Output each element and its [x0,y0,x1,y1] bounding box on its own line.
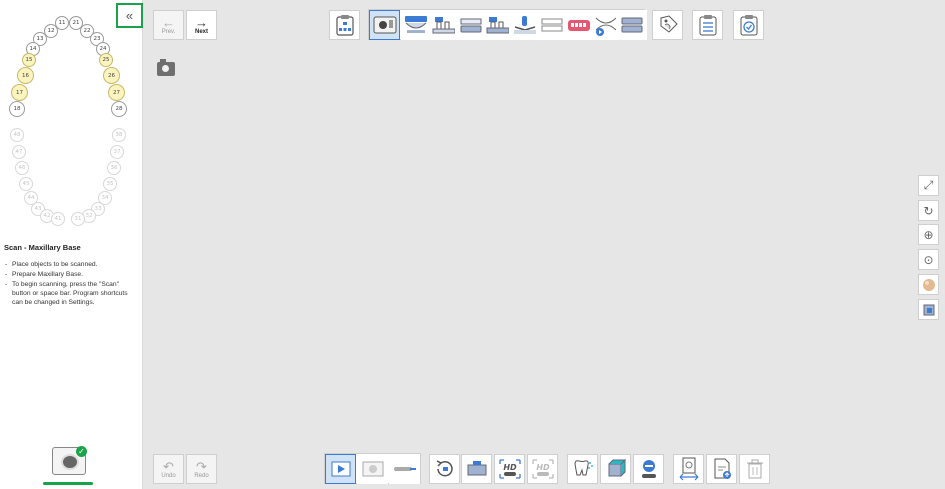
maxilla-abutment-icon [432,17,455,34]
minus-toggle-icon [641,460,656,478]
arrow-right-icon: → [195,14,208,30]
instruction-item: To begin scanning, press the "Scan" butt… [4,280,134,308]
hd-on-button[interactable]: HD [494,454,525,484]
export-button[interactable] [706,454,737,484]
instruction-item: Place objects to be scanned. [4,260,134,270]
expand-arrows-icon: ⤢ [923,178,934,192]
scanner-base-icon [373,16,396,34]
maxilla-icon [405,16,427,33]
texture-toggle-button[interactable] [918,274,939,295]
workflow-button[interactable] [329,10,360,40]
tooth-tag-icon [660,15,678,33]
camera-icon[interactable] [157,59,175,76]
scanner-status-bar [43,482,93,485]
check-clipboard-icon [740,15,757,36]
hd-on-icon: HD [498,459,521,479]
next-button[interactable]: → Next [186,10,217,40]
scan-play-icon [331,461,350,477]
hd-off-button[interactable]: HD [527,454,558,484]
svg-text:HD: HD [536,463,550,472]
scan-settings-button[interactable] [357,454,388,484]
step-title: Scan - Maxillary Base [4,243,81,252]
step-instructions: Place objects to be scanned. Prepare Max… [4,260,134,308]
gingiva-icon [567,20,590,31]
scanner-tip-button[interactable] [389,454,420,484]
view-cube-button[interactable] [918,299,939,320]
occlusion-icon [541,18,562,32]
arrow-left-icon: ← [162,14,175,30]
transform-button[interactable] [600,454,631,484]
redo-button[interactable]: ↷ Redo [186,454,217,484]
scan-settings-icon [362,461,383,477]
svg-text:HD: HD [503,463,517,472]
rotate-icon: ↻ [923,203,934,218]
tooth-16[interactable]: 16 [17,67,34,84]
tooth-tag-button[interactable] [652,10,683,40]
texture-sphere-icon [922,278,935,291]
zoom-in-icon: ⊕ [923,227,934,242]
hd-off-icon: HD [531,459,554,479]
screenshot-icon [467,461,486,476]
export-doc-icon [714,458,731,479]
tooth-17[interactable]: 17 [11,84,28,101]
undo-icon: ↶ [163,458,174,474]
prev-button[interactable]: ← Prev. [153,10,184,40]
tooth-spray-button[interactable] [567,454,598,484]
zoom-in-button[interactable]: ⊕ [918,224,939,245]
transform-cube-icon [608,458,626,477]
rotate-view-button[interactable]: ↻ [918,200,939,221]
settings-sheet-icon [699,15,716,36]
occlusion-bite-step[interactable] [616,10,647,40]
tooth-35[interactable]: 35 [103,177,117,191]
tooth-25[interactable]: 25 [99,53,113,67]
tooth-27[interactable]: 27 [108,84,125,101]
tooth-45[interactable]: 45 [19,177,33,191]
tooth-31[interactable]: 31 [71,212,85,226]
mandible-abutment-icon [486,17,509,34]
undo-button[interactable]: ↶ Undo [153,454,184,484]
clipboard-tree-icon [335,15,354,36]
tooth-46[interactable]: 46 [15,161,29,175]
scan-button[interactable] [325,454,356,484]
delete-button[interactable] [739,454,770,484]
tooth-36[interactable]: 36 [107,161,121,175]
cube-icon [923,304,934,315]
occlusion-bite-icon [621,17,642,33]
tooth-arch-icon [513,16,536,34]
fit-view-button[interactable]: ⤢ [918,175,939,196]
bite-play-icon [595,17,616,36]
screenshot-button[interactable] [461,454,492,484]
minus-toggle-button[interactable] [633,454,664,484]
trash-icon [746,459,763,479]
tooth-18[interactable]: 18 [9,101,25,117]
reset-button[interactable] [429,454,460,484]
tooth-spray-icon [573,460,593,476]
review-button[interactable] [733,10,764,40]
tooth-37[interactable]: 37 [110,145,124,159]
tooth-47[interactable]: 47 [12,145,26,159]
zoom-button[interactable]: ⊙ [918,249,939,270]
magnifier-icon: ⊙ [923,252,934,267]
mandible-icon [460,18,481,33]
settings-sheet-button[interactable] [692,10,723,40]
tooth-chart[interactable]: 11 21 12 22 13 23 14 24 15 25 16 26 17 2… [0,12,140,227]
scanner-tip-icon [393,467,416,471]
snapshot-swap-button[interactable] [673,454,704,484]
snapshot-swap-icon [679,457,698,481]
tooth-41[interactable]: 41 [51,212,65,226]
tooth-15[interactable]: 15 [22,53,36,67]
tooth-28[interactable]: 28 [111,101,127,117]
scanner-base-step[interactable] [369,10,400,40]
tooth-26[interactable]: 26 [103,67,120,84]
sidebar: « 11 21 12 22 13 23 14 24 15 25 16 26 17… [0,0,143,489]
reset-rotate-icon [436,460,453,477]
instruction-item: Prepare Maxillary Base. [4,270,134,280]
connected-check-icon: ✓ [76,446,87,457]
redo-icon: ↷ [196,458,207,474]
tooth-38[interactable]: 38 [112,128,126,142]
tooth-48[interactable]: 48 [10,128,24,142]
